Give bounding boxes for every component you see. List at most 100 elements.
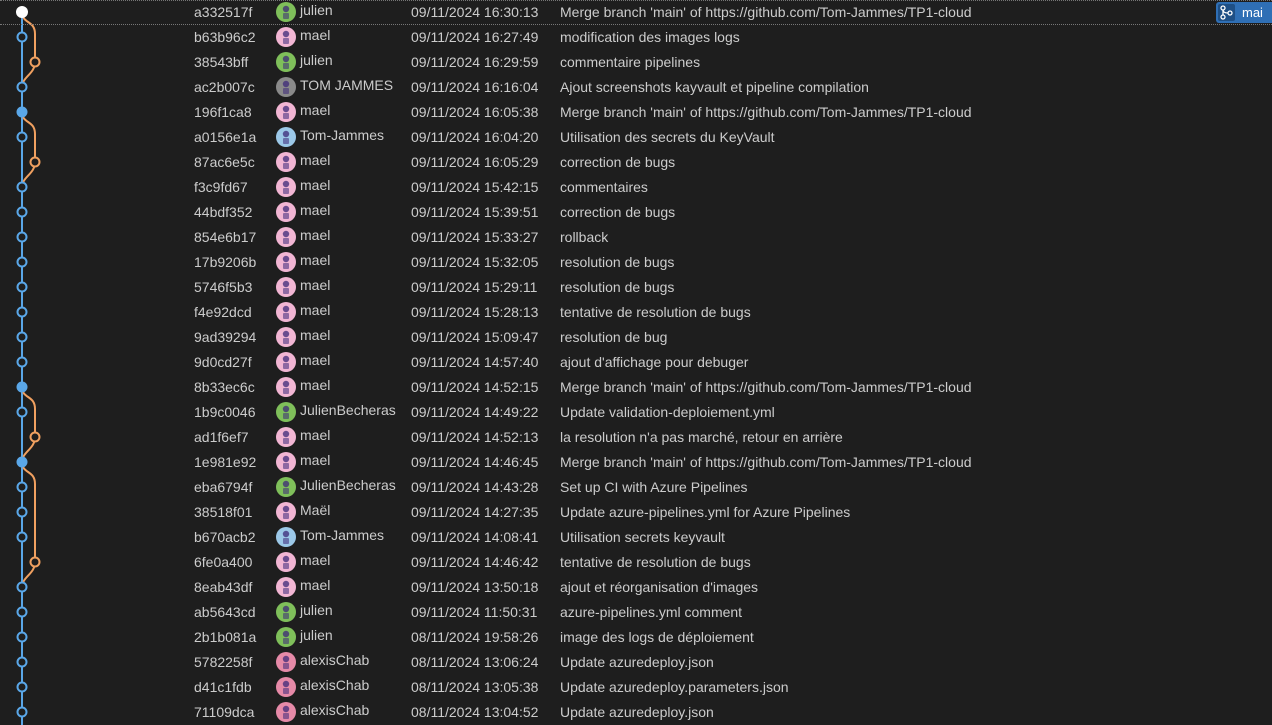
- commit-row[interactable]: ad1f6ef7 mael 09/11/2024 14:52:13 la resolu…: [0, 425, 1272, 450]
- commit-message: Ajout screenshots kayvault et pipeline c…: [560, 79, 869, 95]
- commit-row[interactable]: 5782258f alexisChab 08/11/2024 13:06:24 Upd…: [0, 650, 1272, 675]
- commit-author: mael: [300, 577, 331, 593]
- commit-hash: eba6794f: [194, 479, 253, 495]
- commit-row[interactable]: f3c9fd67 mael 09/11/2024 15:42:15 commentai…: [0, 175, 1272, 200]
- commit-author: alexisChab: [300, 677, 370, 693]
- commit-date: 09/11/2024 14:52:15: [411, 379, 539, 395]
- commit-date: 09/11/2024 16:27:49: [411, 29, 539, 45]
- avatar: [276, 652, 296, 672]
- commit-row[interactable]: eba6794f JulienBecheras 09/11/2024 14:43:2…: [0, 475, 1272, 500]
- branch-tag-label: mai: [1242, 5, 1263, 20]
- avatar: [276, 27, 296, 47]
- commit-author: mael: [300, 102, 331, 118]
- commit-row[interactable]: 44bdf352 mael 09/11/2024 15:39:51 correctio…: [0, 200, 1272, 225]
- commit-row[interactable]: 8eab43df mael 09/11/2024 13:50:18 ajout et …: [0, 575, 1272, 600]
- commit-date: 08/11/2024 13:06:24: [411, 654, 539, 670]
- commit-row[interactable]: d41c1fdb alexisChab 08/11/2024 13:05:38 Upd…: [0, 675, 1272, 700]
- avatar: [276, 402, 296, 422]
- commit-date: 09/11/2024 15:09:47: [411, 329, 539, 345]
- avatar: [276, 177, 296, 197]
- commit-row[interactable]: 854e6b17 mael 09/11/2024 15:33:27 rollback: [0, 225, 1272, 250]
- commit-row[interactable]: 2b1b081a julien 08/11/2024 19:58:26 image d…: [0, 625, 1272, 650]
- commit-row[interactable]: 87ac6e5c mael 09/11/2024 16:05:29 correctio…: [0, 150, 1272, 175]
- avatar: [276, 277, 296, 297]
- commit-message: Merge branch 'main' of https://github.co…: [560, 379, 972, 395]
- commit-author: mael: [300, 427, 331, 443]
- commit-hash: f4e92dcd: [194, 304, 252, 320]
- git-branch-icon: [1218, 4, 1235, 21]
- commit-row[interactable]: f4e92dcd mael 09/11/2024 15:28:13 tentative…: [0, 300, 1272, 325]
- commit-date: 09/11/2024 11:50:31: [411, 604, 538, 620]
- commit-row[interactable]: b670acb2 Tom-Jammes 09/11/2024 14:08:41 Uti…: [0, 525, 1272, 550]
- commit-date: 09/11/2024 14:27:35: [411, 504, 539, 520]
- avatar: [276, 327, 296, 347]
- commit-row[interactable]: 71109dca alexisChab 08/11/2024 13:04:52 Upd…: [0, 700, 1272, 725]
- commit-row[interactable]: 8b33ec6c mael 09/11/2024 14:52:15 Merge bra…: [0, 375, 1272, 400]
- commit-message: resolution de bug: [560, 329, 668, 345]
- commit-date: 09/11/2024 14:46:45: [411, 454, 539, 470]
- commit-hash: 17b9206b: [194, 254, 257, 270]
- commit-date: 08/11/2024 19:58:26: [411, 629, 539, 645]
- commit-hash: d41c1fdb: [194, 679, 252, 695]
- commit-author: Maël: [300, 502, 331, 518]
- branch-tag[interactable]: mai: [1216, 2, 1272, 23]
- avatar: [276, 577, 296, 597]
- avatar: [276, 477, 296, 497]
- commit-row[interactable]: b63b96c2 mael 09/11/2024 16:27:49 modificat…: [0, 25, 1272, 50]
- commit-hash: 9d0cd27f: [194, 354, 252, 370]
- commit-date: 09/11/2024 15:29:11: [411, 279, 538, 295]
- avatar: [276, 102, 296, 122]
- commit-hash: 196f1ca8: [194, 104, 252, 120]
- commit-author: mael: [300, 352, 331, 368]
- avatar: [276, 427, 296, 447]
- commit-row[interactable]: a332517f julien 09/11/2024 16:30:13 Merge b…: [0, 0, 1272, 25]
- avatar: [276, 527, 296, 547]
- commit-message: Utilisation des secrets du KeyVault: [560, 129, 775, 145]
- commit-row[interactable]: 38518f01 Maël 09/11/2024 14:27:35 Update az…: [0, 500, 1272, 525]
- commit-date: 09/11/2024 14:57:40: [411, 354, 539, 370]
- commit-author: julien: [300, 602, 333, 618]
- commit-message: Utilisation secrets keyvault: [560, 529, 725, 545]
- commit-row[interactable]: 17b9206b mael 09/11/2024 15:32:05 resolutio…: [0, 250, 1272, 275]
- avatar: [276, 452, 296, 472]
- commit-row[interactable]: 1b9c0046 JulienBecheras 09/11/2024 14:49:2…: [0, 400, 1272, 425]
- commit-row[interactable]: 9d0cd27f mael 09/11/2024 14:57:40 ajout d'a…: [0, 350, 1272, 375]
- avatar: [276, 202, 296, 222]
- commit-date: 08/11/2024 13:04:52: [411, 704, 539, 720]
- commit-hash: 9ad39294: [194, 329, 257, 345]
- commit-row[interactable]: ab5643cd julien 09/11/2024 11:50:31 azure-p…: [0, 600, 1272, 625]
- commit-hash: ac2b007c: [194, 79, 255, 95]
- commit-row[interactable]: 9ad39294 mael 09/11/2024 15:09:47 resolutio…: [0, 325, 1272, 350]
- commit-message: image des logs de déploiement: [560, 629, 754, 645]
- commit-author: mael: [300, 202, 331, 218]
- commit-row[interactable]: 1e981e92 mael 09/11/2024 14:46:45 Merge bra…: [0, 450, 1272, 475]
- commit-author: mael: [300, 327, 331, 343]
- commit-author: JulienBecheras: [300, 477, 396, 493]
- commit-row[interactable]: a0156e1a Tom-Jammes 09/11/2024 16:04:20 Uti…: [0, 125, 1272, 150]
- commit-message: Merge branch 'main' of https://github.co…: [560, 104, 972, 120]
- avatar: [276, 352, 296, 372]
- commit-message: Update azuredeploy.parameters.json: [560, 679, 789, 695]
- commit-hash: 38543bff: [194, 54, 249, 70]
- commit-date: 09/11/2024 16:04:20: [411, 129, 539, 145]
- commit-row[interactable]: 6fe0a400 mael 09/11/2024 14:46:42 tentative…: [0, 550, 1272, 575]
- avatar: [276, 252, 296, 272]
- commit-row[interactable]: 38543bff julien 09/11/2024 16:29:59 comment…: [0, 50, 1272, 75]
- commit-row[interactable]: ac2b007c TOM JAMMES 09/11/2024 16:16:04 Ajo…: [0, 75, 1272, 100]
- avatar: [276, 627, 296, 647]
- commit-message: commentaires: [560, 179, 648, 195]
- commit-date: 09/11/2024 15:28:13: [411, 304, 539, 320]
- commit-row[interactable]: 196f1ca8 mael 09/11/2024 16:05:38 Merge bra…: [0, 100, 1272, 125]
- avatar: [276, 302, 296, 322]
- avatar: [276, 602, 296, 622]
- commit-date: 09/11/2024 16:05:38: [411, 104, 539, 120]
- commit-message: Update azuredeploy.json: [560, 654, 714, 670]
- commit-hash: b670acb2: [194, 529, 256, 545]
- commit-hash: 1b9c0046: [194, 404, 256, 420]
- commit-author: TOM JAMMES: [300, 77, 394, 93]
- commit-hash: a332517f: [194, 4, 253, 20]
- commit-row[interactable]: 5746f5b3 mael 09/11/2024 15:29:11 resolutio…: [0, 275, 1272, 300]
- commit-message: tentative de resolution de bugs: [560, 304, 751, 320]
- commit-author: mael: [300, 152, 331, 168]
- commit-author: mael: [300, 277, 331, 293]
